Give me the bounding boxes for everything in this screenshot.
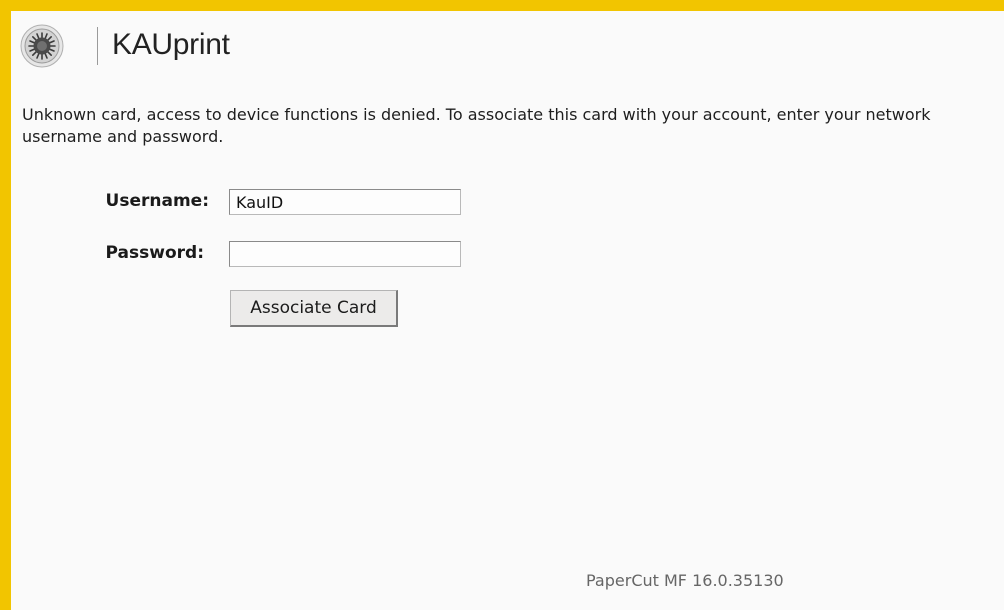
password-input[interactable] xyxy=(229,241,461,267)
university-seal-icon xyxy=(20,24,64,68)
version-label: PaperCut MF 16.0.35130 xyxy=(586,571,784,590)
password-label: Password: xyxy=(105,243,204,263)
status-message: Unknown card, access to device functions… xyxy=(22,105,931,146)
username-input[interactable] xyxy=(229,189,461,215)
username-label: Username: xyxy=(105,191,209,211)
login-panel: KAUprint Unknown card, access to device … xyxy=(11,11,1004,610)
associate-card-button[interactable]: Associate Card xyxy=(230,290,398,327)
header-divider xyxy=(97,27,98,65)
app-title: KAUprint xyxy=(112,28,230,61)
header: KAUprint xyxy=(11,11,1004,81)
